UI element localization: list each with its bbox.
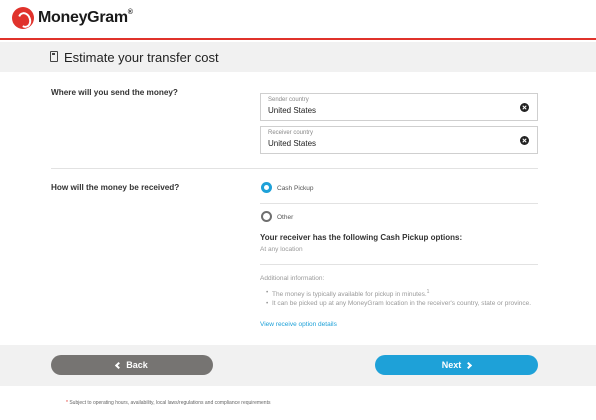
receive-method-question: How will the money be received? — [51, 183, 180, 192]
cash-pickup-options-sub: At any location — [260, 246, 303, 253]
other-label[interactable]: Other — [277, 214, 293, 221]
disclaimer: * Subject to operating hours, availabili… — [66, 400, 270, 406]
header-bar: MoneyGram® — [0, 0, 596, 40]
additional-info-heading: Additional information: — [260, 275, 325, 282]
moneygram-logo[interactable]: MoneyGram® — [12, 7, 133, 29]
additional-info-list: The money is typically available for pic… — [266, 288, 534, 308]
cash-pickup-radio[interactable] — [261, 182, 272, 193]
disclaimer-text: Subject to operating hours, availability… — [69, 400, 271, 406]
other-radio[interactable] — [261, 211, 272, 222]
calculator-icon — [50, 51, 58, 62]
list-item: The money is typically available for pic… — [266, 288, 534, 299]
list-item: It can be picked up at any MoneyGram loc… — [266, 299, 534, 308]
sender-country-label: Sender country — [268, 97, 309, 103]
disclaimer-asterisk: * — [66, 400, 68, 406]
option-divider — [260, 203, 538, 204]
title-bar: Estimate your transfer cost — [0, 42, 596, 72]
cash-pickup-options-heading: Your receiver has the following Cash Pic… — [260, 233, 463, 242]
info-divider — [260, 264, 538, 265]
receiver-country-label: Receiver country — [268, 130, 314, 136]
footnote-mark: 1 — [426, 289, 430, 295]
destination-question: Where will you send the money? — [51, 88, 178, 97]
chevron-left-icon — [115, 361, 123, 369]
receiver-country-value[interactable]: United States — [268, 139, 316, 148]
brand-name: MoneyGram® — [38, 9, 133, 26]
sender-country-value[interactable]: United States — [268, 106, 316, 115]
clear-sender-icon[interactable] — [520, 103, 529, 112]
moneygram-logo-icon — [12, 7, 34, 29]
chevron-right-icon — [465, 361, 473, 369]
receiver-country-field[interactable]: Receiver country United States — [260, 126, 538, 154]
cash-pickup-label[interactable]: Cash Pickup — [277, 185, 314, 192]
section-divider — [51, 168, 538, 169]
sender-country-field[interactable]: Sender country United States — [260, 93, 538, 121]
view-receive-option-details-link[interactable]: View receive option details — [260, 321, 337, 328]
page-title: Estimate your transfer cost — [64, 50, 219, 65]
back-button-label: Back — [126, 360, 148, 370]
next-button-label: Next — [441, 360, 462, 370]
next-button[interactable]: Next — [375, 355, 538, 375]
back-button[interactable]: Back — [51, 355, 213, 375]
clear-receiver-icon[interactable] — [520, 136, 529, 145]
